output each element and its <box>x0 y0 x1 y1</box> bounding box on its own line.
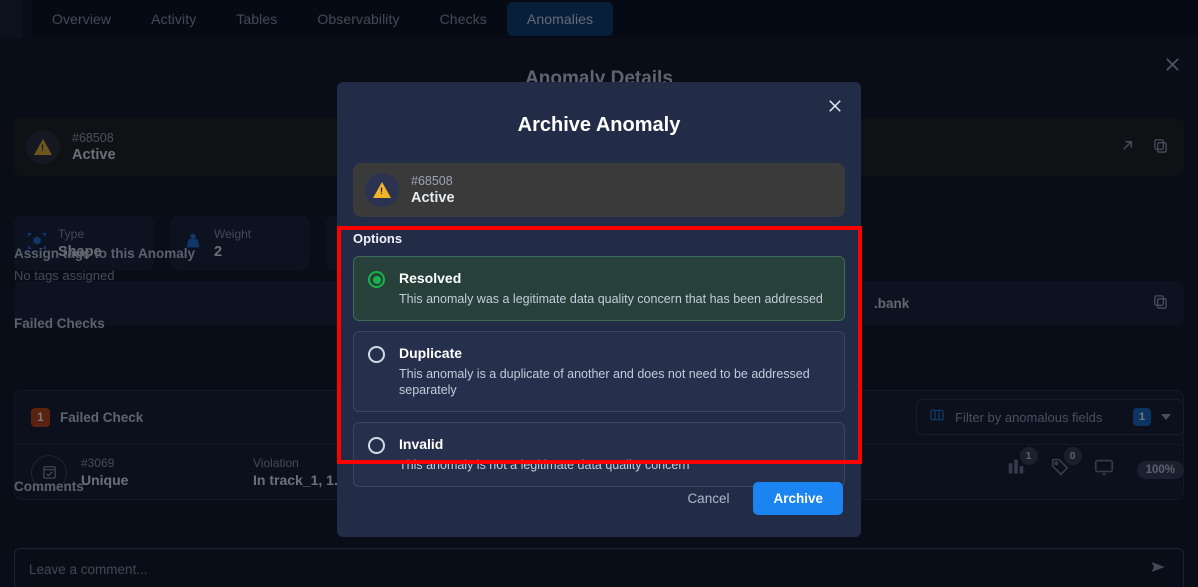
option-text: Duplicate This anomaly is a duplicate of … <box>399 344 830 398</box>
option-text: Invalid This anomaly is not a legitimate … <box>399 435 689 473</box>
option-title: Resolved <box>399 270 462 286</box>
options-radio-group: Resolved This anomaly was a legitimate da… <box>353 256 845 487</box>
modal-anomaly-id-block: #68508 Active <box>411 173 455 208</box>
option-description: This anomaly is not a legitimate data qu… <box>399 458 690 472</box>
options-section: Options Resolved This anomaly was a legit… <box>337 217 861 487</box>
modal-close-icon[interactable] <box>823 94 847 118</box>
option-text: Resolved This anomaly was a legitimate da… <box>399 269 823 307</box>
option-title: Duplicate <box>399 345 463 361</box>
modal-anomaly-id: #68508 <box>411 173 453 188</box>
option-description: This anomaly was a legitimate data quali… <box>399 292 823 306</box>
radio-selected-dot <box>372 275 381 284</box>
modal-footer: Cancel Archive <box>677 482 843 515</box>
cancel-button[interactable]: Cancel <box>677 483 739 514</box>
warning-triangle-icon <box>365 173 399 207</box>
archive-button[interactable]: Archive <box>753 482 843 515</box>
option-description: This anomaly is a duplicate of another a… <box>399 367 810 397</box>
radio-invalid-icon[interactable] <box>368 437 385 454</box>
option-invalid[interactable]: Invalid This anomaly is not a legitimate … <box>353 422 845 487</box>
option-resolved[interactable]: Resolved This anomaly was a legitimate da… <box>353 256 845 321</box>
archive-anomaly-modal: Archive Anomaly #68508 Active Options Re… <box>337 82 861 537</box>
radio-resolved-icon[interactable] <box>368 271 385 288</box>
option-duplicate[interactable]: Duplicate This anomaly is a duplicate of … <box>353 331 845 412</box>
option-title: Invalid <box>399 436 444 452</box>
modal-anomaly-card: #68508 Active <box>353 163 845 217</box>
options-label: Options <box>353 231 403 246</box>
radio-duplicate-icon[interactable] <box>368 346 385 363</box>
modal-anomaly-status: Active <box>411 189 455 206</box>
app-root: OverviewActivityTablesObservabilityCheck… <box>0 0 1198 587</box>
modal-title: Archive Anomaly <box>517 114 681 136</box>
